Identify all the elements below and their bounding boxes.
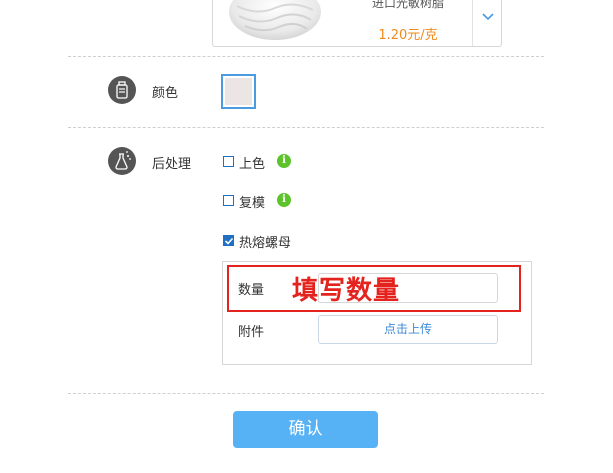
remold-option-label: 复模	[239, 196, 266, 211]
divider	[68, 127, 544, 128]
heat-insert-nut-option-label: 热熔螺母	[239, 236, 292, 251]
material-price: 1.20元/克	[378, 28, 438, 43]
divider	[68, 393, 544, 394]
checkmark-icon	[224, 237, 234, 245]
coloring-option-label: 上色	[239, 157, 266, 172]
heat-insert-nut-checkbox[interactable]	[223, 235, 234, 246]
post-processing-label: 后处理	[152, 157, 192, 172]
color-label: 颜色	[152, 86, 179, 101]
divider	[68, 56, 544, 57]
paint-bottle-icon	[108, 76, 136, 104]
card-divider	[472, 0, 473, 46]
confirm-button[interactable]: 确认	[233, 411, 378, 448]
spray-flask-icon	[108, 147, 136, 175]
color-swatch-fill	[225, 78, 252, 105]
remold-checkbox[interactable]	[223, 195, 234, 206]
info-icon[interactable]: i	[277, 154, 291, 168]
attachment-label: 附件	[238, 325, 265, 340]
upload-button[interactable]: 点击上传	[318, 315, 498, 344]
coloring-checkbox[interactable]	[223, 156, 234, 167]
color-swatch[interactable]	[221, 74, 256, 109]
chevron-down-icon[interactable]	[478, 7, 498, 27]
material-thumbnail	[227, 0, 321, 44]
order-config-page: 进口光敏树脂 1.20元/克 颜色 后处理 上色 i 复模 i 热熔螺母 数量 …	[0, 0, 613, 473]
material-card[interactable]: 进口光敏树脂 1.20元/克	[212, 0, 502, 47]
material-name: 进口光敏树脂	[371, 0, 444, 10]
annotation-text: 填写数量	[292, 276, 401, 306]
info-icon[interactable]: i	[277, 193, 291, 207]
